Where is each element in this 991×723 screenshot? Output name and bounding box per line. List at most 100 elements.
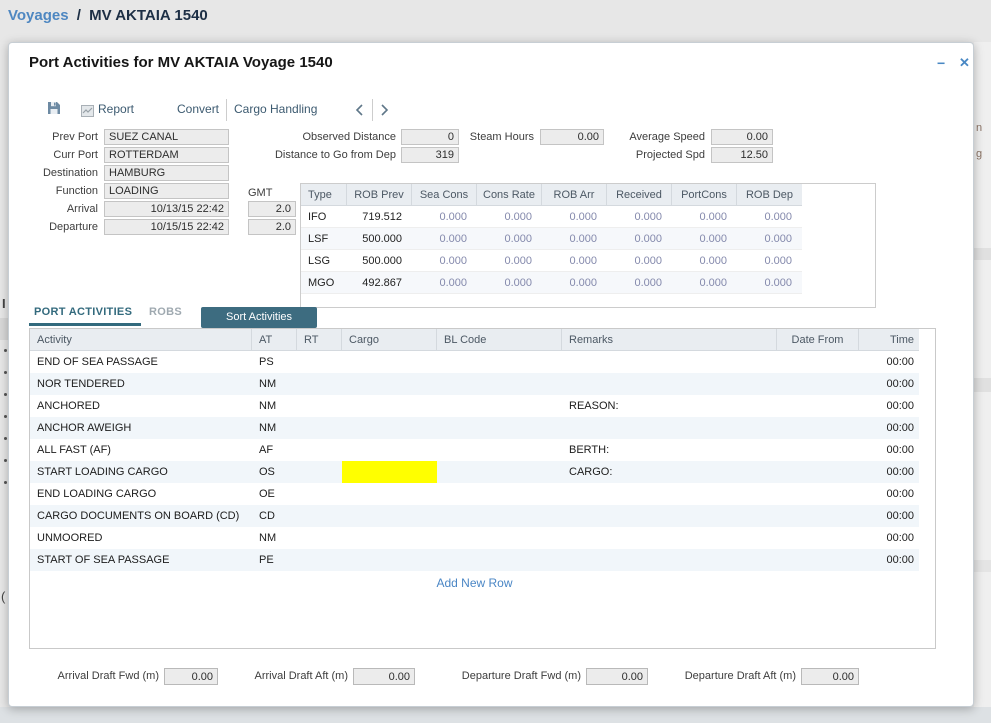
cargo-cell-highlighted[interactable] (342, 461, 437, 483)
date-from-cell[interactable] (777, 417, 859, 439)
minimize-icon[interactable]: − (937, 55, 945, 71)
bl-code-cell[interactable] (437, 483, 562, 505)
arrival-gmt-field[interactable] (248, 201, 296, 217)
date-from-cell[interactable] (777, 461, 859, 483)
time-cell[interactable]: 00:00 (859, 549, 919, 571)
rob-row[interactable]: IFO 719.512 0.000 0.000 0.000 0.000 0.00… (301, 206, 802, 228)
remarks-cell[interactable]: BERTH: (562, 439, 777, 461)
activity-row[interactable]: CARGO DOCUMENTS ON BOARD (CD) CD 00:00 (30, 505, 919, 527)
rob-row[interactable]: LSF 500.000 0.000 0.000 0.000 0.000 0.00… (301, 228, 802, 250)
bl-code-cell[interactable] (437, 417, 562, 439)
bl-code-cell[interactable] (437, 351, 562, 373)
chevron-left-icon[interactable] (354, 103, 364, 122)
destination-field[interactable] (104, 165, 229, 181)
prev-port-field[interactable] (104, 129, 229, 145)
date-from-cell[interactable] (777, 373, 859, 395)
remarks-cell[interactable]: REASON: (562, 395, 777, 417)
date-from-cell[interactable] (777, 351, 859, 373)
remarks-cell[interactable] (562, 373, 777, 395)
time-cell[interactable]: 00:00 (859, 461, 919, 483)
date-from-cell[interactable] (777, 439, 859, 461)
bl-code-cell[interactable] (437, 373, 562, 395)
departure-field[interactable] (104, 219, 229, 235)
curr-port-field[interactable] (104, 147, 229, 163)
bl-code-cell[interactable] (437, 505, 562, 527)
activity-row[interactable]: ANCHORED NM REASON: 00:00 (30, 395, 919, 417)
activity-row[interactable]: END LOADING CARGO OE 00:00 (30, 483, 919, 505)
activity-row[interactable]: NOR TENDERED NM 00:00 (30, 373, 919, 395)
rob-row[interactable]: LSG 500.000 0.000 0.000 0.000 0.000 0.00… (301, 250, 802, 272)
tab-port-activities[interactable]: PORT ACTIVITIES (34, 306, 132, 318)
arrival-field[interactable] (104, 201, 229, 217)
chevron-right-icon[interactable] (380, 103, 390, 122)
departure-draft-aft-field[interactable] (801, 668, 859, 685)
rob-row[interactable]: MGO 492.867 0.000 0.000 0.000 0.000 0.00… (301, 272, 802, 294)
convert-button[interactable]: Convert (177, 102, 219, 116)
bl-code-cell[interactable] (437, 395, 562, 417)
rt-cell[interactable] (297, 417, 342, 439)
activity-row[interactable]: ALL FAST (AF) AF BERTH: 00:00 (30, 439, 919, 461)
report-button[interactable]: Report (98, 102, 134, 116)
projected-spd-field[interactable] (711, 147, 773, 163)
bl-code-cell[interactable] (437, 439, 562, 461)
rt-cell[interactable] (297, 505, 342, 527)
remarks-cell[interactable] (562, 417, 777, 439)
rt-cell[interactable] (297, 395, 342, 417)
cargo-cell[interactable] (342, 417, 437, 439)
arrival-draft-fwd-field[interactable] (164, 668, 218, 685)
remarks-cell[interactable] (562, 527, 777, 549)
activity-row[interactable]: UNMOORED NM 00:00 (30, 527, 919, 549)
rt-cell[interactable] (297, 527, 342, 549)
departure-draft-fwd-field[interactable] (586, 668, 648, 685)
rt-cell[interactable] (297, 461, 342, 483)
bl-code-cell[interactable] (437, 527, 562, 549)
remarks-cell[interactable]: CARGO: (562, 461, 777, 483)
date-from-cell[interactable] (777, 395, 859, 417)
breadcrumb-voyages-link[interactable]: Voyages (8, 7, 69, 24)
remarks-cell[interactable] (562, 505, 777, 527)
distance-to-go-field[interactable] (401, 147, 459, 163)
time-cell[interactable]: 00:00 (859, 351, 919, 373)
arrival-draft-aft-field[interactable] (353, 668, 415, 685)
time-cell[interactable]: 00:00 (859, 527, 919, 549)
cargo-cell[interactable] (342, 351, 437, 373)
date-from-cell[interactable] (777, 505, 859, 527)
cargo-handling-button[interactable]: Cargo Handling (234, 102, 317, 116)
rt-cell[interactable] (297, 483, 342, 505)
activity-row[interactable]: START OF SEA PASSAGE PE 00:00 (30, 549, 919, 571)
time-cell[interactable]: 00:00 (859, 439, 919, 461)
remarks-cell[interactable] (562, 351, 777, 373)
cargo-cell[interactable] (342, 373, 437, 395)
activity-row[interactable]: START LOADING CARGO OS CARGO: 00:00 (30, 461, 919, 483)
remarks-cell[interactable] (562, 549, 777, 571)
bl-code-cell[interactable] (437, 461, 562, 483)
time-cell[interactable]: 00:00 (859, 417, 919, 439)
rt-cell[interactable] (297, 351, 342, 373)
cargo-cell[interactable] (342, 395, 437, 417)
rt-cell[interactable] (297, 373, 342, 395)
rt-cell[interactable] (297, 549, 342, 571)
sort-activities-button[interactable]: Sort Activities (201, 307, 317, 328)
cargo-cell[interactable] (342, 527, 437, 549)
tab-robs[interactable]: ROBS (149, 306, 182, 318)
activity-row[interactable]: ANCHOR AWEIGH NM 00:00 (30, 417, 919, 439)
departure-gmt-field[interactable] (248, 219, 296, 235)
cargo-cell[interactable] (342, 549, 437, 571)
average-speed-field[interactable] (711, 129, 773, 145)
activity-row[interactable]: END OF SEA PASSAGE PS 00:00 (30, 351, 919, 373)
save-disk-icon[interactable] (47, 101, 61, 120)
cargo-cell[interactable] (342, 483, 437, 505)
time-cell[interactable]: 00:00 (859, 395, 919, 417)
date-from-cell[interactable] (777, 483, 859, 505)
time-cell[interactable]: 00:00 (859, 505, 919, 527)
date-from-cell[interactable] (777, 549, 859, 571)
cargo-cell[interactable] (342, 439, 437, 461)
cargo-cell[interactable] (342, 505, 437, 527)
bl-code-cell[interactable] (437, 549, 562, 571)
steam-hours-field[interactable] (540, 129, 604, 145)
rt-cell[interactable] (297, 439, 342, 461)
close-icon[interactable]: ✕ (959, 55, 970, 71)
time-cell[interactable]: 00:00 (859, 373, 919, 395)
observed-distance-field[interactable] (401, 129, 459, 145)
add-new-row-link[interactable]: Add New Row (30, 576, 919, 590)
